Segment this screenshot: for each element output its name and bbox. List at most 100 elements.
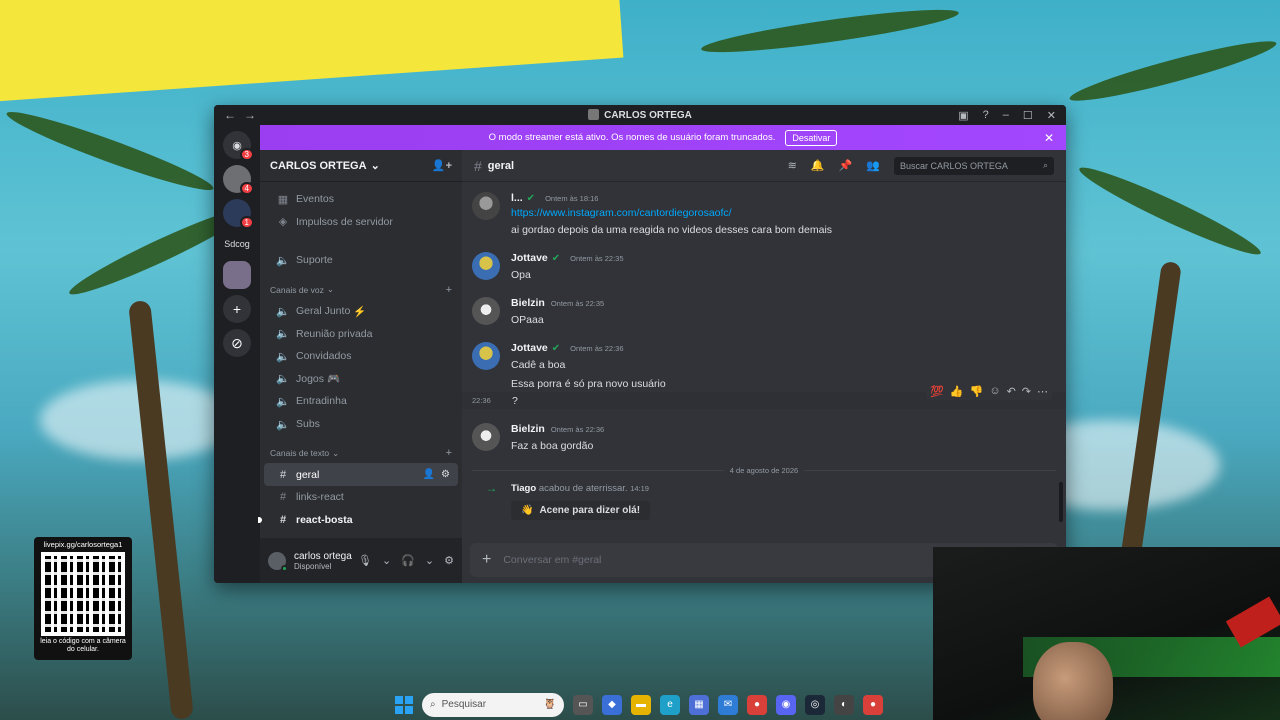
disable-streamer-button[interactable]: Desativar bbox=[785, 129, 838, 146]
windows-start-icon[interactable] bbox=[395, 695, 413, 714]
verified-icon: ✔ bbox=[551, 343, 561, 354]
reply-icon[interactable]: ↶ bbox=[1007, 385, 1016, 398]
mail-icon[interactable]: ✉ bbox=[718, 694, 738, 715]
avatar[interactable] bbox=[268, 551, 288, 572]
members-icon[interactable]: 👥 bbox=[866, 159, 880, 172]
guild-header[interactable]: CARLOS ORTEGA ⌄ 👤+ bbox=[260, 150, 462, 182]
system-user[interactable]: Tiago bbox=[511, 483, 536, 494]
invite-people-icon[interactable]: 👤+ bbox=[432, 159, 452, 172]
text-channel-react-bosta[interactable]: # react-bosta bbox=[258, 509, 458, 532]
chevron-down-icon[interactable]: ⌄ bbox=[425, 554, 434, 567]
avatar[interactable] bbox=[472, 423, 500, 451]
server-icon-2[interactable]: 1 bbox=[223, 199, 254, 229]
add-reaction-icon[interactable]: ☺ bbox=[989, 385, 1000, 398]
bell-icon[interactable]: 🔔 bbox=[811, 159, 825, 172]
message-text: ? bbox=[512, 394, 518, 407]
forward-icon[interactable]: ↷ bbox=[1022, 385, 1031, 398]
add-channel-icon[interactable]: + bbox=[446, 284, 452, 296]
steam-icon[interactable]: ◎ bbox=[805, 694, 825, 715]
message-link[interactable]: https://www.instagram.com/cantordiegoros… bbox=[511, 207, 832, 219]
voice-channel-convidados[interactable]: 🔈 Convidados bbox=[264, 345, 458, 368]
voice-channel-subs[interactable]: 🔈 Subs bbox=[264, 413, 458, 436]
avatar[interactable] bbox=[472, 342, 500, 370]
obs-icon[interactable]: ◐ bbox=[834, 694, 854, 715]
text-channel-geral[interactable]: # geral 👤 ⚙ bbox=[264, 463, 458, 486]
store-icon[interactable]: ▦ bbox=[689, 694, 709, 715]
file-explorer-icon[interactable]: ▬ bbox=[631, 694, 651, 715]
message-text: Opa bbox=[511, 269, 531, 281]
message-author[interactable]: Bielzin bbox=[511, 423, 545, 435]
notification-badge: 3 bbox=[239, 148, 254, 161]
microphone-icon[interactable]: 🎙 bbox=[358, 554, 372, 567]
message-author[interactable]: Bielzin bbox=[511, 297, 545, 309]
message-author[interactable]: Jottave bbox=[511, 342, 548, 354]
home-button[interactable]: ◉ 3 bbox=[223, 131, 254, 161]
add-server-button[interactable]: + bbox=[223, 295, 251, 323]
search-input[interactable]: Buscar CARLOS ORTEGA ⌕ bbox=[894, 156, 1054, 175]
gear-icon[interactable]: ⚙ bbox=[444, 554, 454, 567]
hash-icon: # bbox=[279, 491, 287, 504]
chrome-icon[interactable]: ● bbox=[747, 694, 767, 715]
message-author[interactable]: Jottave bbox=[511, 252, 548, 264]
avatar[interactable] bbox=[472, 297, 500, 325]
more-icon[interactable]: ⋯ bbox=[1037, 385, 1048, 398]
server-icon-active[interactable] bbox=[223, 261, 251, 289]
palm-leaf bbox=[2, 103, 218, 199]
gear-icon[interactable]: ⚙ bbox=[441, 469, 450, 480]
channel-suporte[interactable]: 🔈 Suporte bbox=[264, 249, 458, 272]
server-icon-1[interactable]: 4 bbox=[223, 165, 254, 195]
hash-icon: # bbox=[474, 157, 482, 174]
category-label: Canais de voz bbox=[270, 284, 324, 295]
threads-icon[interactable]: ≋ bbox=[788, 159, 797, 172]
calendar-icon: ▦ bbox=[277, 193, 289, 206]
thumbs-down-icon[interactable]: 👎 bbox=[970, 385, 984, 398]
hundred-emoji-icon[interactable]: 💯 bbox=[930, 385, 944, 398]
chevron-down-icon[interactable]: ⌄ bbox=[382, 554, 391, 567]
task-view-icon[interactable]: ▭ bbox=[573, 694, 593, 715]
search-icon: ⌕ bbox=[430, 699, 436, 710]
voice-channel-entradinha[interactable]: 🔈 Entradinha bbox=[264, 390, 458, 413]
plus-icon: + bbox=[232, 301, 242, 317]
sidebar-item-boosts[interactable]: ◈ Impulsos de servidor bbox=[264, 211, 458, 234]
text-channel-links-react[interactable]: # links-react bbox=[264, 486, 458, 509]
add-channel-icon[interactable]: + bbox=[446, 447, 452, 459]
voice-category[interactable]: Canais de voz ⌄ + bbox=[260, 280, 462, 300]
wave-button[interactable]: 👋 Acene para dizer olá! bbox=[511, 501, 651, 520]
voice-channel-reuniao-privada[interactable]: 🔈 Reunião privada bbox=[264, 322, 458, 345]
server-text-item[interactable]: Sdcog bbox=[224, 233, 250, 255]
unread-indicator bbox=[258, 516, 262, 523]
explore-servers-button[interactable]: ⊘ bbox=[223, 329, 251, 357]
pin-icon[interactable]: 📌 bbox=[839, 159, 853, 172]
taskbar-search[interactable]: ⌕ Pesquisar 🦉 bbox=[422, 692, 564, 717]
avatar[interactable] bbox=[472, 252, 500, 280]
user-panel: carlos ortega Disponível 🎙 ⌄ 🎧 ⌄ ⚙ bbox=[260, 538, 462, 583]
discord-icon[interactable]: ◉ bbox=[776, 694, 796, 715]
avatar[interactable] bbox=[472, 192, 500, 220]
message-toolbar: 💯 👍 👎 ☺ ↶ ↷ ⋯ bbox=[926, 383, 1052, 400]
user-meta[interactable]: carlos ortega Disponível bbox=[294, 551, 352, 571]
text-category[interactable]: Canais de texto ⌄ + bbox=[260, 443, 462, 463]
message-continuation[interactable]: 22:36 ? 💯 👍 👎 ☺ ↶ ↷ ⋯ bbox=[462, 383, 1066, 409]
edge-icon[interactable]: e bbox=[660, 694, 680, 715]
sidebar-item-events[interactable]: ▦ Eventos bbox=[264, 188, 458, 211]
close-icon[interactable]: ✕ bbox=[1044, 131, 1054, 145]
copilot-icon[interactable]: ◆ bbox=[602, 694, 622, 715]
message: Bielzin Ontem às 22:35 OPaaa bbox=[472, 295, 1056, 326]
voice-channel-jogos[interactable]: 🔈 Jogos 🎮 bbox=[264, 368, 458, 391]
voice-channel-geral-junto[interactable]: 🔈 Geral Junto ⚡ bbox=[264, 300, 458, 323]
speaker-icon: 🔈 bbox=[276, 373, 290, 386]
message: l... ✔ Ontem às 18:16 https://www.instagra… bbox=[472, 190, 1056, 236]
channel-label: Subs bbox=[296, 418, 320, 431]
thumbs-up-icon[interactable]: 👍 bbox=[950, 385, 964, 398]
message-author[interactable]: l... bbox=[511, 192, 523, 204]
scrollbar[interactable] bbox=[1059, 482, 1063, 522]
chrome-alt-icon[interactable]: ● bbox=[863, 694, 883, 715]
attach-plus-icon[interactable]: + bbox=[482, 551, 491, 569]
search-icon: ⌕ bbox=[1042, 160, 1048, 170]
headphones-icon[interactable]: 🎧 bbox=[401, 554, 415, 567]
qr-card: livepix.gg/carlosortega1 leia o código c… bbox=[34, 537, 132, 660]
invite-icon[interactable]: 👤 bbox=[423, 469, 435, 480]
channel-sidebar: CARLOS ORTEGA ⌄ 👤+ ▦ Eventos ◈ Impulsos … bbox=[258, 150, 462, 583]
speaker-icon: 🔈 bbox=[276, 254, 290, 267]
message-text: Cadê a boa bbox=[511, 359, 566, 371]
